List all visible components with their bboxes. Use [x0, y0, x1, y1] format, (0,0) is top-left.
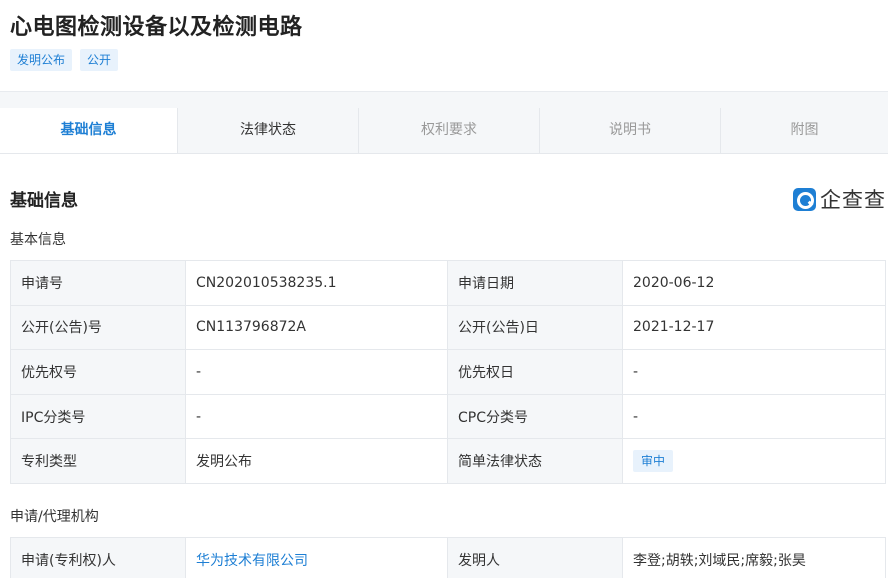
field-value: - — [185, 349, 448, 395]
qichacha-logo: 企查查 — [793, 184, 886, 214]
basic-info-table: 申请号 CN202010538235.1 申请日期 2020-06-12 公开(公告)号… — [10, 260, 886, 484]
field-label: 优先权日 — [447, 349, 623, 395]
page-title: 心电图检测设备以及检测电路 — [10, 15, 303, 40]
field-label: 发明人 — [447, 537, 623, 578]
field-value: CN202010538235.1 — [185, 260, 448, 306]
table-row: 公开(公告)号 CN113796872A 公开(公告)日 2021-12-17 — [10, 304, 886, 351]
qichacha-logo-icon — [793, 187, 816, 211]
tab-bar: 基础信息 法律状态 权利要求 说明书 附图 — [0, 108, 888, 154]
tab-drawings[interactable]: 附图 — [720, 108, 888, 153]
table-row: 优先权号 - 优先权日 - — [10, 349, 886, 395]
field-label: 优先权号 — [10, 349, 186, 395]
field-label: 申请(专利权)人 — [10, 537, 186, 578]
field-label: IPC分类号 — [10, 393, 186, 440]
field-label: CPC分类号 — [447, 393, 623, 440]
field-value: 2020-06-12 — [622, 260, 886, 306]
agency-table: 申请(专利权)人 华为技术有限公司 发明人 李登;胡轶;刘域民;席毅;张昊 — [10, 537, 886, 578]
field-label: 公开(公告)号 — [10, 304, 186, 351]
field-label: 申请号 — [10, 260, 186, 306]
agency-title: 申请/代理机构 — [10, 509, 99, 525]
field-label: 申请日期 — [447, 260, 623, 306]
field-value: - — [622, 349, 886, 395]
field-value: 李登;胡轶;刘域民;席毅;张昊 — [622, 537, 886, 578]
tab-legal-status[interactable]: 法律状态 — [177, 108, 358, 153]
table-row: 申请(专利权)人 华为技术有限公司 发明人 李登;胡轶;刘域民;席毅;张昊 — [10, 537, 886, 578]
table-row: 专利类型 发明公布 简单法律状态 审中 — [10, 438, 886, 484]
qichacha-logo-text: 企查查 — [820, 188, 886, 212]
field-value: CN113796872A — [185, 304, 448, 351]
tab-claims[interactable]: 权利要求 — [358, 108, 539, 153]
section-title: 基础信息 — [10, 191, 78, 211]
field-value: - — [622, 393, 886, 440]
tab-basic-info[interactable]: 基础信息 — [0, 108, 177, 153]
applicant-link[interactable]: 华为技术有限公司 — [185, 537, 448, 578]
tag-invention-publication[interactable]: 发明公布 — [10, 49, 73, 71]
field-value: - — [185, 393, 448, 440]
table-row: IPC分类号 - CPC分类号 - — [10, 393, 886, 440]
table-row: 申请号 CN202010538235.1 申请日期 2020-06-12 — [10, 260, 886, 306]
field-value: 审中 — [622, 438, 886, 484]
field-label: 简单法律状态 — [447, 438, 623, 484]
tag-public[interactable]: 公开 — [80, 49, 119, 71]
field-label: 公开(公告)日 — [447, 304, 623, 351]
field-value: 2021-12-17 — [622, 304, 886, 351]
status-badge: 审中 — [633, 450, 674, 473]
basic-info-title: 基本信息 — [10, 232, 66, 248]
field-label: 专利类型 — [10, 438, 186, 484]
tab-description[interactable]: 说明书 — [539, 108, 720, 153]
tag-group: 发明公布 公开 — [10, 49, 119, 71]
field-value: 发明公布 — [185, 438, 448, 484]
divider-band — [0, 91, 888, 108]
